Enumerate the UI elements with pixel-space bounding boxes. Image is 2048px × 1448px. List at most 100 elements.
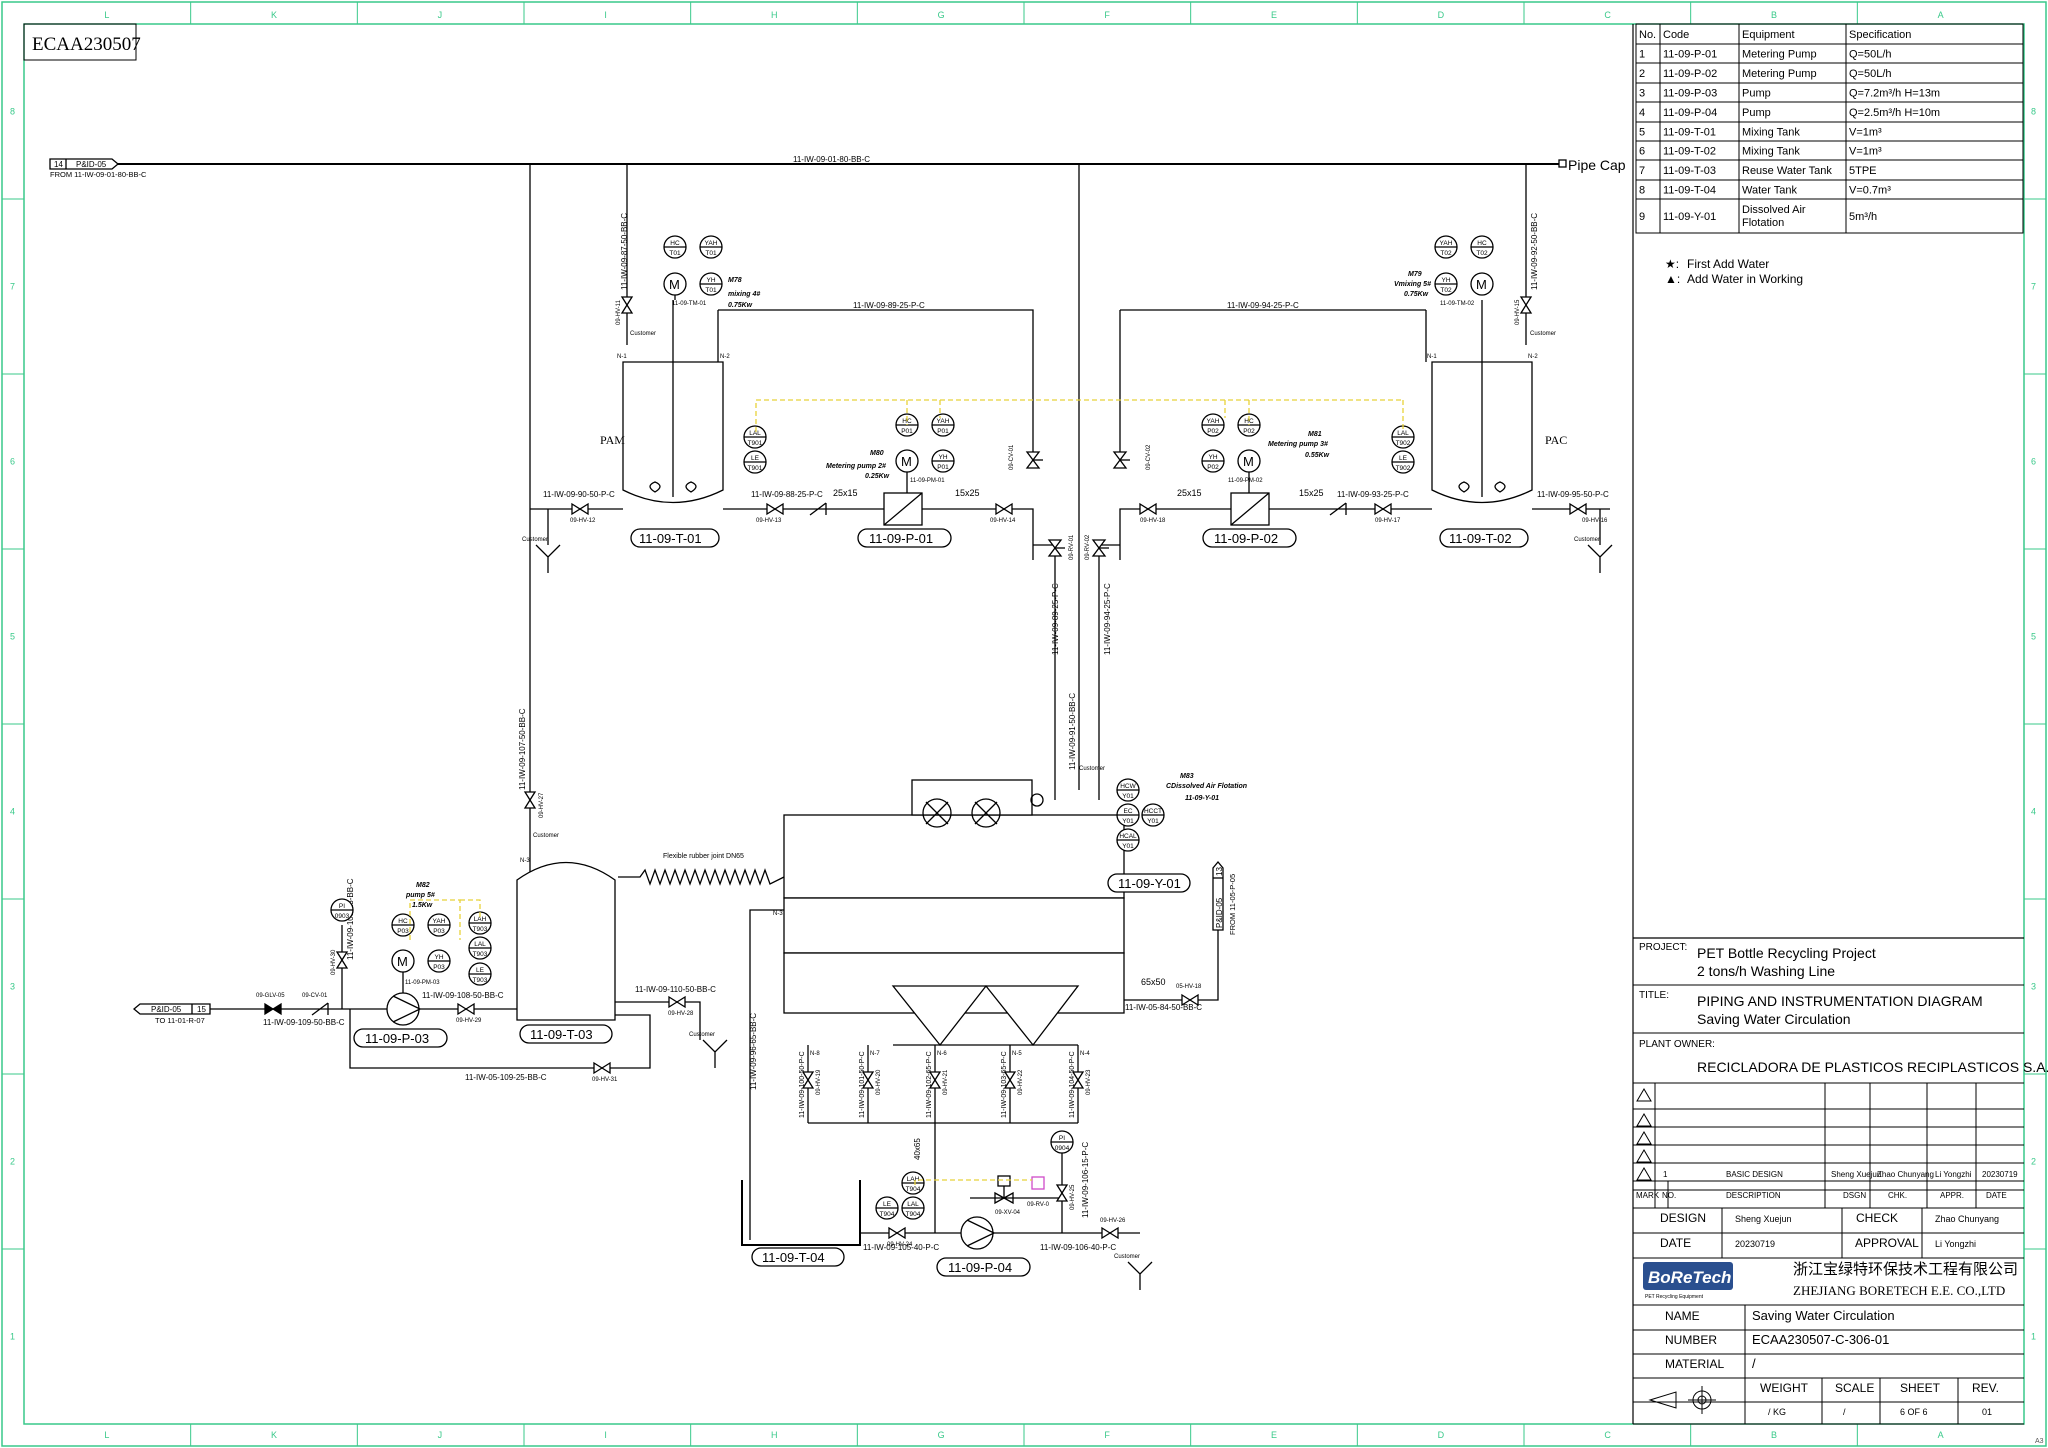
instrument-func: HC: [670, 240, 680, 247]
frame-col-bottom-F: F: [1104, 1430, 1110, 1440]
valve-hv27[interactable]: 09-HV-27: [523, 791, 545, 818]
nozzle-n1: N-1: [617, 354, 627, 360]
valve-hv13[interactable]: 09-HV-13: [756, 502, 784, 524]
instrument-loop: P01: [901, 428, 913, 435]
valve-hv11[interactable]: 09-HV-11: [616, 296, 634, 325]
instrument-ec-y01[interactable]: EC Y01: [1116, 803, 1140, 827]
check-valve-cv03[interactable]: 09-CV-01: [302, 993, 329, 1016]
instrument-lal-t903[interactable]: LAL T903: [468, 936, 492, 960]
valve-hv24[interactable]: 09-HV-24: [887, 1226, 913, 1248]
legend-triangle-icon: ▲:: [1665, 272, 1680, 286]
frame-col-C: C: [1604, 10, 1611, 20]
valve-hv30[interactable]: 09-HV-30: [331, 949, 349, 975]
frame-row-1: 1: [10, 1332, 15, 1342]
scale-value: /: [1843, 1407, 1846, 1417]
instrument-lal-t904[interactable]: LAL T904: [901, 1196, 925, 1220]
pid-out-connector[interactable]: P&ID-05 15 TO 11-01-R-07: [132, 1003, 211, 1025]
instrument-yah-p01[interactable]: YAH P01: [931, 413, 955, 437]
instrument-hc-t01[interactable]: HC T01: [663, 235, 687, 259]
instrument-le-t904[interactable]: LE T904: [875, 1196, 899, 1220]
drain-valve-label: 09-HV-20: [876, 1069, 882, 1095]
frame-row-4: 4: [10, 807, 15, 817]
title-line1: PIPING AND INSTRUMENTATION DIAGRAM: [1697, 993, 1983, 1009]
instrument-pi-0903[interactable]: PI 0903: [330, 898, 354, 922]
tank-t04[interactable]: 11-09-T-04: [741, 1180, 861, 1267]
valve-hv29[interactable]: 09-HV-29: [456, 1002, 482, 1024]
instrument-yh-p01[interactable]: YH P01: [931, 449, 955, 473]
instrument-func: LAH: [474, 916, 487, 923]
valve-hv26[interactable]: 09-HV-26: [1100, 1218, 1126, 1240]
instrument-yah-t02[interactable]: YAH T02: [1434, 235, 1458, 259]
legend-first-add: First Add Water: [1687, 257, 1769, 271]
svg-text:M: M: [397, 954, 408, 969]
scale-label: SCALE: [1835, 1381, 1874, 1395]
valve-hv25[interactable]: 09-HV-25: [1055, 1184, 1076, 1210]
equip-cell-1-3: Q=50L/h: [1849, 68, 1892, 80]
customer-label: Customer: [1574, 537, 1600, 543]
pid-in-connector[interactable]: 14 P&ID-05 FROM 11-IW-09-01-80-BB-C: [49, 158, 147, 179]
rev-chk: Zhao Chunyang: [1877, 1170, 1934, 1179]
equip-cell-1-2: Metering Pump: [1742, 68, 1817, 80]
instrument-lal-t901[interactable]: LAL T901: [743, 425, 767, 449]
reducer-5: 65x50: [1141, 977, 1166, 987]
instrument-loop: 0904: [1055, 1145, 1070, 1152]
instrument-hc-t02[interactable]: HC T02: [1470, 235, 1494, 259]
valve-rv01[interactable]: 09-RV-01: [1047, 534, 1075, 560]
instrument-yh-t01[interactable]: YH T01: [699, 272, 723, 296]
pump-p04[interactable]: 11-09-P-04: [936, 1216, 1031, 1277]
solenoid-valve-xv04[interactable]: 09-XV-04 09-RV-0: [994, 1175, 1050, 1216]
instrument-hcal-y01[interactable]: HCAL Y01: [1116, 828, 1140, 852]
instrument-hcc-y01[interactable]: HCCT Y01: [1141, 803, 1165, 827]
line-94v-label: 11-IW-09-94-25-P-C: [1103, 583, 1112, 655]
instrument-loop: T01: [705, 287, 717, 294]
sheet-label: SHEET: [1900, 1381, 1941, 1395]
frame-row-5: 5: [10, 632, 15, 642]
equip-cell-5-3: V=1m³: [1849, 146, 1882, 158]
instrument-yh-p03[interactable]: YH P03: [427, 949, 451, 973]
valve-hv31[interactable]: 09-HV-31: [592, 1061, 618, 1083]
instrument-lah-t904[interactable]: LAH T904: [901, 1171, 925, 1195]
p04-tag: 11-09-P-04: [948, 1260, 1012, 1275]
project-label: PROJECT:: [1639, 942, 1687, 953]
m79-desc: Vmixing 5#: [1394, 281, 1431, 288]
valve-hv17[interactable]: 09-HV-17: [1374, 502, 1401, 524]
frame-row-right-2: 2: [2031, 1157, 2036, 1167]
pam-label: PAM: [600, 433, 625, 447]
instrument-yh-t02[interactable]: YH T02: [1434, 272, 1458, 296]
instrument-yh-p02[interactable]: YH P02: [1201, 449, 1225, 473]
instrument-loop: T903: [473, 951, 488, 958]
instrument-yah-p03[interactable]: YAH P03: [427, 913, 451, 937]
valve-hv14[interactable]: 09-HV-14: [990, 502, 1016, 524]
instrument-yah-p02[interactable]: YAH P02: [1201, 413, 1225, 437]
drain-nozzle-label: N-8: [810, 1051, 820, 1057]
reducer-3: 25x15: [1177, 488, 1202, 498]
instrument-le-t901[interactable]: LE T901: [743, 450, 767, 474]
owner-label: PLANT OWNER:: [1639, 1039, 1715, 1050]
line-93-label: 11-IW-09-93-25-P-C: [1337, 490, 1409, 499]
title-line2: Saving Water Circulation: [1697, 1011, 1851, 1027]
globe-valve-glv05[interactable]: 09-GLV-05: [256, 993, 285, 1016]
instrument-pi-0904[interactable]: PI 0904: [1050, 1130, 1074, 1154]
instrument-lal-t902[interactable]: LAL T902: [1391, 425, 1415, 449]
valve-hv12[interactable]: 09-HV-12: [570, 502, 596, 524]
pm01-label: 11-09-PM-01: [910, 478, 945, 484]
valve-rv02[interactable]: 09-RV-02: [1085, 534, 1109, 560]
valve-hv16[interactable]: 09-HV-16: [1569, 502, 1608, 524]
valve-hv18[interactable]: 09-HV-18: [1139, 502, 1166, 524]
valve-hv28[interactable]: 09-HV-28: [668, 995, 694, 1017]
instrument-hcw-y01[interactable]: HCW Y01: [1116, 778, 1140, 802]
valve-cv01[interactable]: 09-CV-01: [1009, 444, 1043, 470]
instrument-le-t902[interactable]: LE T902: [1391, 450, 1415, 474]
valve-hv05_18[interactable]: 05-HV-18: [1176, 984, 1202, 1007]
company-en: ZHEJIANG BORETECH E.E. CO.,LTD: [1793, 1283, 2005, 1298]
valve-hv15[interactable]: 09-HV-15: [1515, 296, 1533, 325]
instrument-le-t903[interactable]: LE T903: [468, 962, 492, 986]
instrument-yah-t01[interactable]: YAH T01: [699, 235, 723, 259]
p03-tag: 11-09-P-03: [365, 1031, 429, 1046]
tank-t01[interactable]: PAM 11-09-T-01: [600, 300, 724, 548]
tank-t03[interactable]: 11-09-T-03: [516, 861, 616, 1044]
tank-t02[interactable]: PAC 11-09-T-02: [1431, 300, 1567, 548]
check-label: CHECK: [1856, 1211, 1898, 1225]
pid-in-num: 14: [54, 160, 63, 169]
instrument-hc-p03[interactable]: HC P03: [391, 913, 415, 937]
